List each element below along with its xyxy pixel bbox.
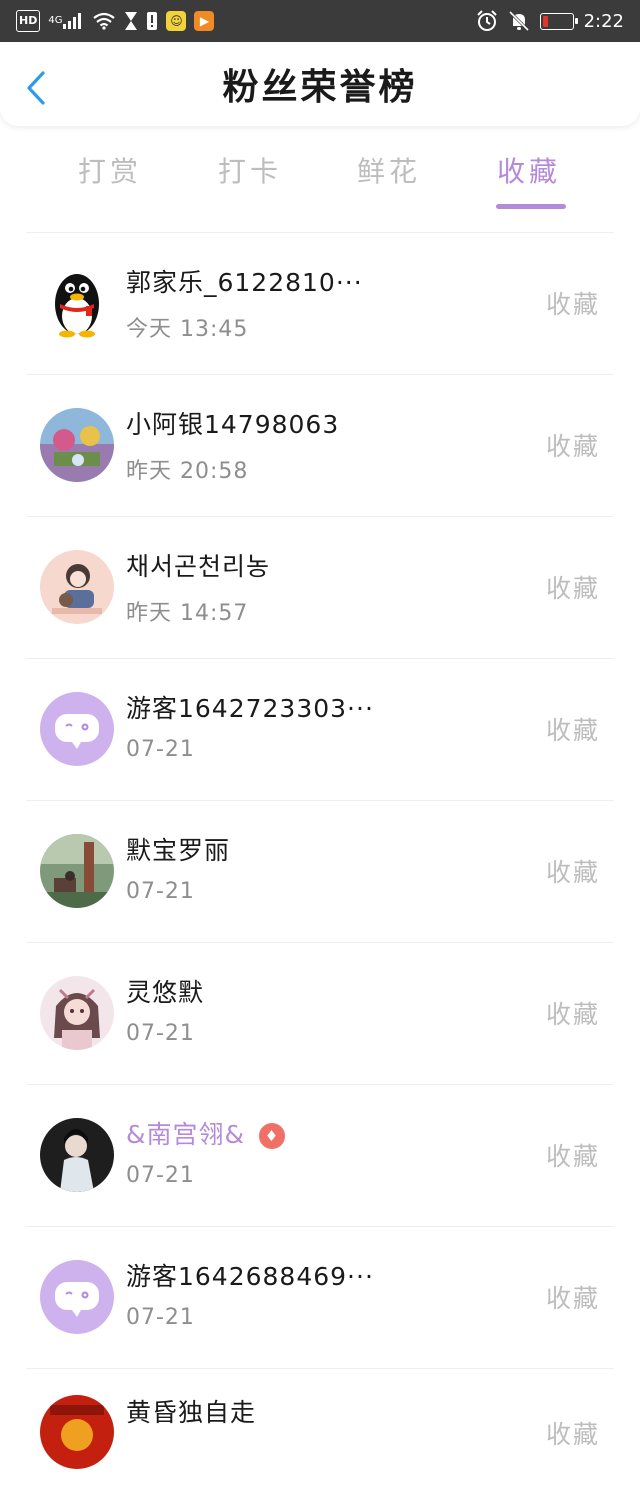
page-header: 粉丝荣誉榜	[0, 42, 640, 126]
list-item[interactable]: 默宝罗丽 07-21 收藏	[26, 800, 614, 942]
alarm-clock-icon	[476, 10, 498, 32]
fan-action-label: 收藏	[545, 1284, 600, 1313]
fan-action-label: 收藏	[545, 432, 600, 461]
guest-chat-icon	[40, 1260, 114, 1334]
list-item[interactable]: 游客1642688469··· 07-21 收藏	[26, 1226, 614, 1368]
list-item[interactable]: 灵悠默 07-21 收藏	[26, 942, 614, 1084]
fan-time: 昨天 20:58	[126, 459, 249, 484]
user-avatar	[40, 408, 114, 482]
app-notification-icon: ☺	[166, 11, 187, 31]
fan-action-label: 收藏	[545, 574, 600, 603]
list-item[interactable]: 郭家乐_6122810··· 今天 13:45 收藏	[26, 232, 614, 374]
tab-tip[interactable]: 打赏	[78, 150, 142, 190]
list-item[interactable]: 游客1642723303··· 07-21 收藏	[26, 658, 614, 800]
list-item[interactable]: 小阿银14798063 昨天 20:58 收藏	[26, 374, 614, 516]
fan-time: 昨天 14:57	[126, 601, 249, 626]
status-bar: HD 4G ☺ ▶ 2:22	[0, 0, 640, 42]
page-title: 粉丝荣誉榜	[222, 67, 418, 108]
tab-bar: 打赏 打卡 鲜花 收藏	[0, 140, 640, 220]
user-avatar	[40, 550, 114, 624]
fan-action-label: 收藏	[545, 1142, 600, 1171]
back-button[interactable]	[22, 70, 50, 106]
fan-name-text: &南宫翎&	[126, 1120, 245, 1149]
list-item[interactable]: &南宫翎& ♦ 07-21 收藏	[26, 1084, 614, 1226]
fan-name: 游客1642688469···	[126, 1262, 374, 1291]
fan-time: 07-21	[126, 1305, 195, 1330]
fan-name: 小阿银14798063	[126, 410, 340, 439]
user-avatar	[40, 976, 114, 1050]
vip-diamond-icon: ♦	[259, 1123, 285, 1149]
notification-alert-icon	[146, 10, 158, 32]
hd-icon: HD	[16, 10, 41, 32]
clock-time: 2:22	[583, 10, 624, 32]
tab-favorites[interactable]: 收藏	[497, 150, 561, 190]
tab-checkin[interactable]: 打卡	[218, 150, 282, 190]
fan-time: 07-21	[126, 737, 195, 762]
user-avatar	[40, 1395, 114, 1469]
user-avatar	[40, 834, 114, 908]
fan-time: 07-21	[126, 1021, 195, 1046]
list-item[interactable]: 黄昏独自走 收藏	[26, 1368, 614, 1510]
fan-name: &南宫翎& ♦	[126, 1115, 285, 1151]
fan-name: 默宝罗丽	[126, 836, 231, 865]
fan-action-label: 收藏	[545, 290, 600, 319]
fan-time: 07-21	[126, 1163, 195, 1188]
guest-chat-icon	[40, 692, 114, 766]
fan-name: 郭家乐_6122810···	[126, 268, 363, 297]
fan-name: 채서곤천리농	[126, 552, 271, 581]
video-app-notification-icon: ▶	[194, 11, 215, 31]
active-tab-indicator	[496, 204, 566, 209]
user-avatar	[40, 1118, 114, 1192]
battery-icon	[539, 12, 578, 30]
mute-bell-icon	[508, 10, 530, 32]
fan-action-label: 收藏	[545, 1000, 600, 1029]
fan-time: 07-21	[126, 879, 195, 904]
qq-penguin-icon	[40, 266, 114, 340]
cellular-signal-icon: 4G	[48, 10, 84, 32]
fan-action-label: 收藏	[545, 858, 600, 887]
fan-action-label: 收藏	[545, 1420, 600, 1449]
fan-name: 灵悠默	[126, 978, 205, 1007]
tab-flowers[interactable]: 鲜花	[357, 150, 421, 190]
fan-time: 今天 13:45	[126, 317, 249, 342]
wifi-icon	[92, 10, 116, 32]
fan-action-label: 收藏	[545, 716, 600, 745]
chevron-left-icon	[27, 71, 45, 105]
fan-name: 黄昏独自走	[126, 1398, 257, 1427]
list-item[interactable]: 채서곤천리농 昨天 14:57 收藏	[26, 516, 614, 658]
network-type-label: 4G	[48, 15, 63, 26]
fan-name: 游客1642723303···	[126, 694, 374, 723]
hourglass-icon	[124, 10, 138, 32]
